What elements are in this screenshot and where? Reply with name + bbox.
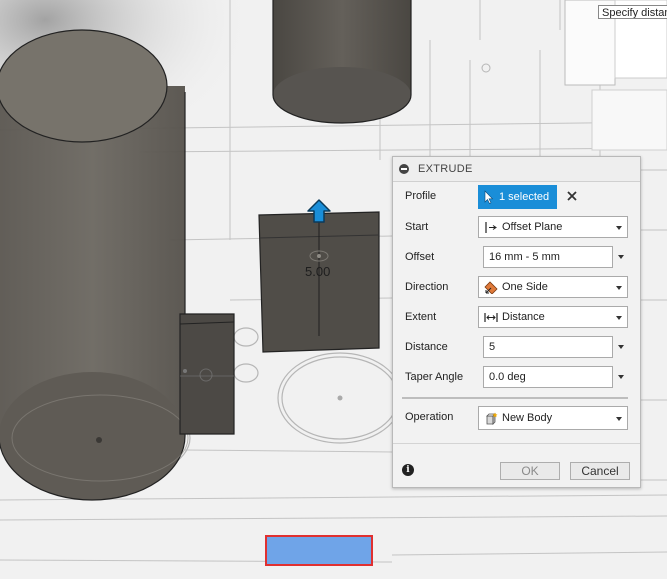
collapse-icon[interactable] [399,164,409,174]
chevron-down-icon [616,316,622,320]
chevron-down-icon [616,226,622,230]
profile-label: Profile [405,190,437,202]
extrude-dialog: EXTRUDE Profile 1 selected Start Offset … [392,156,641,488]
new-body-icon [486,412,498,425]
direction-dropdown[interactable]: One Side [478,276,628,298]
start-value: Offset Plane [502,221,563,233]
sketch-profile[interactable] [265,535,373,566]
start-label: Start [405,221,429,233]
section-divider [402,397,628,399]
chevron-down-icon [616,286,622,290]
one-side-icon [484,281,498,294]
start-dropdown[interactable]: Offset Plane [478,216,628,238]
cursor-arrow-icon [484,190,494,204]
ok-button[interactable]: OK [500,462,560,480]
small-box-body[interactable] [179,313,235,435]
chevron-down-icon [616,417,622,421]
profile-row: Profile 1 selected [393,185,642,209]
offset-input[interactable] [483,246,613,268]
direction-row: Direction One Side [393,276,642,300]
extent-label: Extent [405,311,437,323]
distance-label: Distance [405,341,448,353]
extent-value: Distance [502,311,545,323]
distance-row: Distance [393,336,642,360]
operation-label: Operation [405,411,454,423]
panel-header: EXTRUDE [393,157,640,182]
operation-row: Operation New Body [393,406,642,430]
direction-value: One Side [502,281,548,293]
start-row: Start Offset Plane [393,216,642,240]
dimension-label: 5.00 [305,264,330,279]
chevron-down-icon[interactable] [618,375,624,379]
clear-selection-icon[interactable] [566,190,578,202]
offset-row: Offset [393,246,642,270]
chevron-down-icon[interactable] [618,255,624,259]
direction-label: Direction [405,281,449,293]
taper-angle-row: Taper Angle [393,366,642,390]
distance-input[interactable] [483,336,613,358]
profile-selection-button[interactable]: 1 selected [478,185,557,209]
cancel-button[interactable]: Cancel [570,462,630,480]
tooltip: Specify distan [598,5,667,19]
chevron-down-icon[interactable] [618,345,624,349]
operation-dropdown[interactable]: New Body [478,406,628,430]
taper-angle-input[interactable] [483,366,613,388]
extent-dropdown[interactable]: Distance [478,306,628,328]
large-cylinder-body[interactable] [0,29,189,501]
extent-row: Extent Distance [393,306,642,330]
operation-value: New Body [502,412,553,424]
profile-selection-value: 1 selected [499,191,550,203]
panel-title: EXTRUDE [418,163,473,175]
distance-icon [484,313,498,322]
extrude-preview-body[interactable] [258,211,380,353]
info-icon[interactable]: i [402,464,414,476]
taper-angle-label: Taper Angle [405,371,464,383]
top-cylinder-body[interactable] [272,0,412,124]
footer-divider [393,443,640,444]
offset-plane-icon [485,222,497,233]
offset-label: Offset [405,251,435,263]
